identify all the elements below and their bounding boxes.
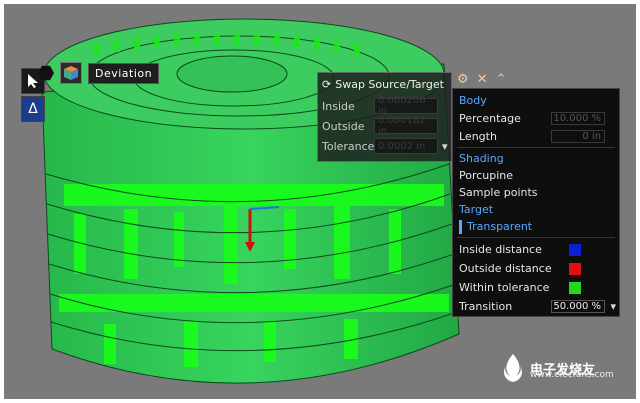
refresh-icon: ⟳ (322, 77, 332, 91)
deviation-chip[interactable]: Deviation (38, 62, 160, 84)
tolerance-input[interactable]: 0.0002 in (374, 138, 438, 154)
cube-icon (60, 62, 82, 84)
percentage-input[interactable]: 10.000 % (551, 112, 605, 125)
chevron-down-icon[interactable]: ▾ (610, 300, 616, 313)
shading-header: Shading (459, 152, 504, 165)
transition-row: Transition 50.000 % ▾ (459, 300, 616, 313)
inside-field: 0.000206 in (374, 95, 438, 117)
inside-distance-swatch[interactable] (569, 243, 581, 256)
hexagon-icon (38, 65, 54, 81)
panel-top-icons: ⚙ ✕ ⌃ (457, 72, 506, 87)
swap-source-target-button[interactable]: ⟳ Swap Source/Target (322, 75, 455, 93)
inside-distance-row: Inside distance (453, 241, 619, 258)
3d-viewport[interactable]: Δ Deviation ⟳ Swap Source/Target Inside … (4, 4, 636, 399)
outside-distance-swatch[interactable] (569, 262, 581, 275)
divider (457, 237, 615, 238)
outside-distance-row: Outside distance (453, 260, 619, 277)
inside-row: Inside 0.000206 in (318, 95, 451, 117)
watermark-logo-icon (504, 354, 522, 382)
within-tolerance-swatch[interactable] (569, 281, 581, 294)
outside-row: Outside 0.000182 in (318, 115, 451, 137)
within-tolerance-row: Within tolerance (453, 279, 619, 296)
sample-points-option[interactable]: Sample points (453, 184, 619, 201)
length-input[interactable]: 0 in (551, 130, 605, 143)
transparent-option[interactable]: Transparent (453, 218, 619, 235)
delta-icon[interactable]: Δ (21, 96, 45, 122)
chevron-down-icon[interactable]: ▾ (442, 140, 448, 153)
watermark: 电子发烧友 www.elecfans.com (500, 352, 614, 384)
transition-input[interactable]: 50.000 % (551, 300, 605, 313)
percentage-row: Percentage 10.000 % (453, 110, 619, 127)
target-header: Target (459, 203, 494, 216)
deviation-panel: ⟳ Swap Source/Target Inside 0.000206 in … (317, 72, 452, 162)
settings-icon[interactable]: ⚙ (457, 72, 469, 87)
divider (457, 147, 615, 148)
close-icon[interactable]: ✕ (477, 72, 488, 87)
tolerance-row: Tolerance 0.0002 in ▾ (322, 138, 448, 154)
options-panel: Body Percentage 10.000 % Length 0 in Sha… (452, 88, 620, 317)
body-header: Body (459, 94, 487, 107)
porcupine-option[interactable]: Porcupine (453, 167, 619, 184)
collapse-icon[interactable]: ⌃ (496, 72, 507, 87)
length-row: Length 0 in (453, 128, 619, 145)
outside-field: 0.000182 in (374, 115, 438, 137)
watermark-subtitle: www.elecfans.com (530, 370, 614, 380)
deviation-label: Deviation (88, 62, 160, 84)
